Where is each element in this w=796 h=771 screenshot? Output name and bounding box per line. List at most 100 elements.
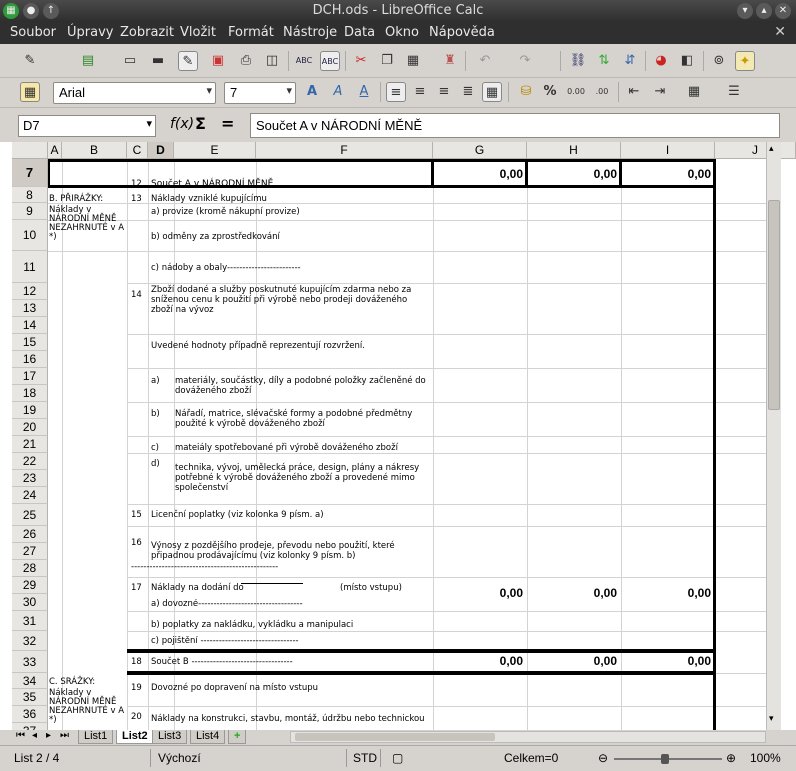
col-header-h[interactable]: H — [527, 142, 621, 159]
insert-chart-icon[interactable]: ◕ — [651, 51, 671, 71]
save-icon[interactable]: ▬ — [148, 51, 168, 71]
cell-row34-label[interactable]: Dovozné po dopravení na místo vstupu — [151, 683, 318, 693]
maximize-icon[interactable]: ▴ — [756, 3, 772, 19]
autospell-icon[interactable]: ABC — [320, 51, 340, 71]
corner-select-all[interactable] — [12, 142, 48, 159]
col-header-f[interactable]: F — [256, 142, 433, 159]
cell-row28-line[interactable]: ----------------------------------------… — [131, 562, 301, 572]
print-icon[interactable]: ⎙ — [236, 51, 256, 71]
equals-icon[interactable]: = — [221, 114, 234, 133]
cell-section-b-note[interactable]: Náklady v NÁRODNÍ MĚNĚ NEZAHRNUTÉ v A *) — [49, 206, 127, 242]
col-header-j[interactable]: J — [715, 142, 796, 159]
font-size-combo[interactable]: 7 ▾ — [224, 82, 296, 104]
cell-g33[interactable]: 0,00 — [435, 654, 523, 668]
copy-icon[interactable]: ❐ — [377, 51, 397, 71]
row-header[interactable]: 16 — [12, 351, 48, 368]
currency-icon[interactable]: ⛁ — [516, 82, 536, 102]
cell-row26-number[interactable]: 16 — [131, 538, 142, 548]
cell-row32-label[interactable]: c) pojištění ---------------------------… — [151, 636, 303, 646]
scroll-down-icon[interactable]: ▾ — [769, 714, 774, 724]
cell-row19-label[interactable]: Nářadí, matrice, slévačské formy a podob… — [175, 409, 430, 429]
vertical-scroll-thumb[interactable] — [768, 200, 780, 410]
cell-i33[interactable]: 0,00 — [623, 654, 711, 668]
prev-sheet-icon[interactable]: ◂ — [32, 730, 37, 741]
horizontal-scrollbar[interactable] — [290, 731, 766, 743]
row-header[interactable]: 24 — [12, 487, 48, 504]
col-header-a[interactable]: A — [48, 142, 62, 159]
menu-format[interactable]: Formát — [228, 25, 274, 40]
cell-row34-number[interactable]: 19 — [131, 683, 142, 693]
chevron-down-icon[interactable]: ▾ — [286, 84, 292, 97]
cell-h7[interactable]: 0,00 — [529, 167, 617, 181]
cell-row15-label[interactable]: Uvedené hodnoty případně reprezentují ro… — [151, 341, 431, 351]
status-zoom[interactable]: 100% — [750, 751, 781, 765]
menu-vlozit[interactable]: Vložit — [180, 25, 216, 40]
sheet-tab-list2[interactable]: List2 — [116, 730, 154, 744]
cell-i7[interactable]: 0,00 — [623, 167, 711, 181]
add-decimal-icon[interactable]: .00 — [592, 82, 612, 102]
row-header[interactable]: 18 — [12, 385, 48, 402]
chevron-down-icon[interactable]: ▾ — [146, 117, 152, 130]
cell-row36-number[interactable]: 20 — [131, 712, 142, 722]
cell-row22-label[interactable]: technika, vývoj, umělecká práce, design,… — [175, 463, 430, 493]
row-header[interactable]: 27 — [12, 543, 48, 560]
row-header[interactable]: 8 — [12, 187, 48, 203]
cell-row29-place[interactable]: (místo vstupu) — [340, 583, 402, 593]
row-header[interactable]: 7 — [12, 159, 48, 187]
navigator-icon[interactable]: ⊚ — [709, 51, 729, 71]
cell-row11-label[interactable]: c) nádoby a obaly-----------------------… — [151, 263, 301, 273]
line-style-icon[interactable]: ☰ — [724, 82, 744, 102]
cell-row26-label[interactable]: Výnosy z pozdějšího prodeje, převodu neb… — [151, 541, 431, 561]
cell-row17-marker[interactable]: a) — [151, 376, 160, 386]
zoom-slider-handle[interactable] — [661, 754, 669, 764]
sheet-tab-list4[interactable]: List4 — [190, 730, 226, 744]
col-header-g[interactable]: G — [433, 142, 527, 159]
cell-row21-label[interactable]: mateiály spotřebované při výrobě dovážen… — [175, 443, 430, 453]
menu-zobrazit[interactable]: Zobrazit — [120, 25, 174, 40]
cell-row33-number[interactable]: 18 — [131, 657, 142, 667]
col-header-b[interactable]: B — [62, 142, 127, 159]
cell-i29[interactable]: 0,00 — [623, 586, 711, 600]
chevron-down-icon[interactable]: ▾ — [206, 84, 212, 97]
menu-soubor[interactable]: Soubor — [10, 25, 56, 40]
next-sheet-icon[interactable]: ▸ — [46, 730, 51, 741]
align-center-icon[interactable]: ≡ — [410, 82, 430, 102]
borders-icon[interactable]: ▦ — [684, 82, 704, 102]
row-header[interactable]: 25 — [12, 504, 48, 526]
close-window-icon[interactable]: ✕ — [775, 3, 791, 19]
clone-format-icon[interactable]: ♜ — [440, 51, 460, 71]
function-wizard-icon[interactable]: f(x) — [170, 116, 194, 132]
row-header[interactable]: 9 — [12, 203, 48, 220]
open-icon[interactable]: ▭ — [120, 51, 140, 71]
redo-icon[interactable]: ↷ — [515, 51, 535, 71]
cell-section-c-title[interactable]: C. SRÁŽKY: — [49, 677, 129, 687]
cell-h33[interactable]: 0,00 — [529, 654, 617, 668]
row-header[interactable]: 22 — [12, 453, 48, 470]
row-header[interactable]: 11 — [12, 251, 48, 283]
sort-descending-icon[interactable]: ⇵ — [620, 51, 640, 71]
row-header[interactable]: 32 — [12, 631, 48, 651]
italic-icon[interactable]: A — [328, 82, 348, 102]
decrease-indent-icon[interactable]: ⇤ — [624, 82, 644, 102]
row-header[interactable]: 13 — [12, 300, 48, 317]
cell-row25-label[interactable]: Licenční poplatky (viz kolonka 9 písm. a… — [151, 510, 324, 520]
col-header-d[interactable]: D — [148, 142, 174, 159]
col-header-e[interactable]: E — [174, 142, 256, 159]
cell-row31-label[interactable]: b) poplatky za nakládku, vykládku a mani… — [151, 620, 353, 630]
cell-row29-number[interactable]: 17 — [131, 583, 142, 593]
cell-g7[interactable]: 0,00 — [435, 167, 523, 181]
cell-row22-marker[interactable]: d) — [151, 459, 160, 469]
last-sheet-icon[interactable]: ⏭ — [60, 730, 69, 741]
number-format-icon[interactable]: 0.00 — [566, 82, 586, 102]
menu-data[interactable]: Data — [344, 25, 375, 40]
row-header[interactable]: 26 — [12, 526, 48, 543]
cell-row19-marker[interactable]: b) — [151, 409, 160, 419]
cell-row25-number[interactable]: 15 — [131, 510, 142, 520]
font-name-combo[interactable]: Arial ▾ — [53, 82, 216, 104]
menu-okno[interactable]: Okno — [385, 25, 419, 40]
vertical-scrollbar[interactable]: ▴ ▾ — [766, 142, 781, 730]
close-document-icon[interactable]: ✕ — [774, 24, 786, 40]
menu-nastroje[interactable]: Nástroje — [283, 25, 337, 40]
new-icon[interactable]: ✎ — [20, 51, 40, 71]
row-header[interactable]: 28 — [12, 560, 48, 577]
